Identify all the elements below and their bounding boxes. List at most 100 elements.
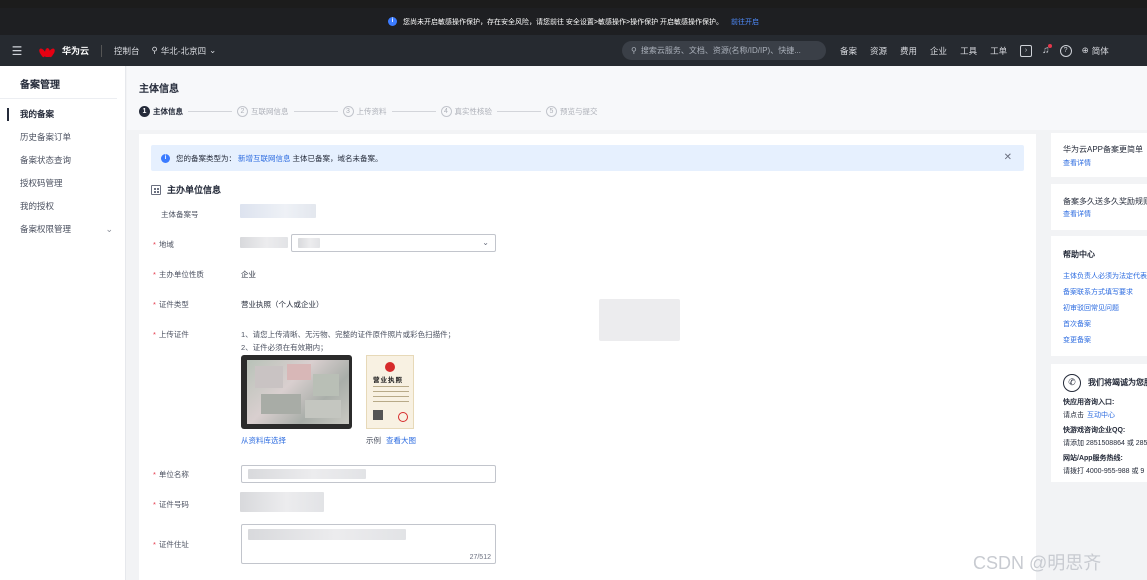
- sidebar-item-label: 备案权限管理: [20, 224, 72, 234]
- interaction-center-link[interactable]: 互动中心: [1087, 410, 1115, 420]
- view-large-link[interactable]: 查看大图: [386, 435, 416, 446]
- unit-name-value-redacted: [248, 469, 366, 479]
- console-link[interactable]: 控制台: [114, 45, 140, 57]
- help-link-first-record[interactable]: 首次备案: [1063, 319, 1091, 329]
- cert-type-value: 营业执照（个人或企业）: [241, 300, 324, 309]
- nav-item-resources[interactable]: 资源: [870, 45, 887, 57]
- cert-no-label: * 证件号码: [153, 500, 189, 509]
- sidebar-item-my-records[interactable]: 我的备案: [0, 103, 125, 126]
- unit-nature-value: 企业: [241, 270, 256, 279]
- subject-info-form: i 您的备案类型为： 新增互联网信息 主体已备案，域名未备案。 ✕ 主办单位信息…: [139, 134, 1036, 580]
- sidebar-item-permissions[interactable]: 备案权限管理 ⌄: [0, 218, 125, 241]
- nav-item-tools[interactable]: 工具: [960, 45, 977, 57]
- left-sidebar: 备案管理 我的备案 历史备案订单 备案状态查询 授权码管理 我的授权 备案权限管…: [0, 66, 126, 580]
- nav-item-enterprise[interactable]: 企业: [930, 45, 947, 57]
- info-icon: i: [161, 153, 170, 163]
- help-icon[interactable]: ?: [1059, 44, 1072, 57]
- cloud-shell-icon[interactable]: ›: [1020, 44, 1033, 57]
- chevron-down-icon: ⌄: [209, 45, 217, 55]
- step-5: 5 预览与提交: [546, 106, 598, 117]
- location-pin-icon: ⚲: [151, 45, 158, 55]
- enable-protection-link[interactable]: 前往开启: [731, 17, 759, 27]
- nav-item-tickets[interactable]: 工单: [990, 45, 1007, 57]
- upload-hint-1: 1、请您上传清晰、无污物、完整的证件原件照片或彩色扫描件；: [241, 330, 456, 339]
- alert-suffix: 主体已备案，域名未备案。: [292, 153, 383, 163]
- reward-rules-details-link[interactable]: 查看详情: [1063, 209, 1091, 219]
- notification-bell-icon[interactable]: ♫: [1042, 44, 1052, 56]
- record-type-link[interactable]: 新增互联网信息: [238, 153, 291, 164]
- step-2: 2 互联网信息: [237, 106, 289, 117]
- char-counter: 27/512: [469, 554, 491, 561]
- console-header: ☰ 华为云 控制台 ⚲ 华北-北京四 ⌄ ⚲ 搜索云服务、文档、资源(名称/ID…: [0, 35, 1147, 66]
- cert-address-value-redacted: [248, 529, 406, 540]
- help-center-title: 帮助中心: [1063, 250, 1095, 259]
- language-label: 简体: [1091, 45, 1109, 56]
- app-promo-card[interactable]: 华为云APP备案更简单 查看详情: [1051, 133, 1147, 177]
- choose-from-library-link[interactable]: 从资料库选择: [241, 435, 286, 446]
- cert-no-value-redacted: [240, 492, 324, 512]
- brand-name: 华为云: [62, 46, 90, 56]
- section-title: 主办单位信息: [151, 183, 221, 196]
- emblem-icon: [385, 362, 395, 372]
- contact-title: 我们将竭诚为您服务: [1088, 378, 1147, 387]
- language-selector[interactable]: ⊕ 简体: [1082, 45, 1109, 57]
- sidebar-item-status-query[interactable]: 备案状态查询: [0, 149, 125, 172]
- region-label: * 地域: [153, 240, 174, 249]
- sidebar-item-history-orders[interactable]: 历史备案订单: [0, 126, 125, 149]
- reward-rules-title: 备案多久送多久奖励规则: [1063, 197, 1147, 206]
- sample-text-lines: [373, 386, 409, 387]
- help-center-card: 帮助中心 主体负责人必须为法定代表人 备案联系方式填写要求 初审驳回常见问题 首…: [1051, 236, 1147, 356]
- sample-label: 示例: [366, 436, 381, 445]
- csdn-watermark: CSDN @明思齐: [973, 553, 1102, 573]
- cert-type-label: * 证件类型: [153, 300, 189, 309]
- sample-license-image[interactable]: 营业执照: [366, 355, 414, 429]
- sample-license-title: 营业执照: [373, 377, 403, 384]
- sidebar-item-auth-code[interactable]: 授权码管理: [0, 172, 125, 195]
- help-link-contact-requirements[interactable]: 备案联系方式填写要求: [1063, 287, 1133, 297]
- phone-icon: ✆: [1063, 374, 1081, 392]
- uploaded-license-image[interactable]: [241, 355, 352, 429]
- close-icon[interactable]: ✕: [1004, 152, 1012, 163]
- nav-item-billing[interactable]: 费用: [900, 45, 917, 57]
- chevron-down-icon: ⌄: [105, 224, 113, 234]
- qr-code-icon: [373, 410, 383, 420]
- record-no-value-redacted: [240, 204, 316, 218]
- huawei-cloud-logo[interactable]: 华为云: [37, 44, 90, 58]
- step-1: 1 主体信息: [139, 106, 183, 117]
- page-header: 主体信息 1 主体信息 2 互联网信息 3 上传资料 4 真实性核验 5 预览与提交: [127, 66, 1147, 130]
- record-type-alert: i 您的备案类型为： 新增互联网信息 主体已备案，域名未备案。 ✕: [151, 145, 1024, 171]
- unit-nature-label: * 主办单位性质: [153, 270, 204, 279]
- upload-hint-2: 2、证件必须在有效期内；: [241, 343, 328, 352]
- hotline-text: 请拨打 4000-955-988 或 9: [1063, 468, 1145, 475]
- chevron-down-icon: ⌄: [482, 238, 489, 247]
- floating-placeholder: [599, 299, 680, 341]
- cert-address-label: * 证件住址: [153, 540, 189, 549]
- unit-name-input[interactable]: [241, 465, 496, 483]
- region-selector[interactable]: ⚲ 华北-北京四 ⌄: [152, 45, 217, 57]
- unit-name-label: * 单位名称: [153, 470, 189, 479]
- sidebar-item-my-auth[interactable]: 我的授权: [0, 195, 125, 218]
- security-notice-bar: i 您尚未开启敏感操作保护，存在安全风险，请您前往 安全设置>敏感操作>操作保护…: [0, 0, 1147, 35]
- help-link-rejection-faq[interactable]: 初审驳回常见问题: [1063, 303, 1119, 313]
- qq-text: 请添加 2851508864 或 2851: [1063, 440, 1147, 447]
- app-promo-title: 华为云APP备案更简单: [1063, 145, 1144, 154]
- city-value-redacted: [298, 238, 320, 248]
- reward-rules-card[interactable]: 备案多久送多久奖励规则 查看详情: [1051, 184, 1147, 230]
- help-link-change-record[interactable]: 变更备案: [1063, 335, 1091, 345]
- hotline-label: 网站/App服务热线:: [1063, 455, 1123, 462]
- app-promo-details-link[interactable]: 查看详情: [1063, 158, 1091, 168]
- license-photo-redacted: [247, 360, 349, 424]
- cert-address-textarea[interactable]: 27/512: [241, 524, 496, 564]
- city-select[interactable]: ⌄: [291, 234, 496, 252]
- province-value-redacted: [240, 237, 288, 248]
- global-search-input[interactable]: ⚲ 搜索云服务、文档、资源(名称/ID/IP)、快捷...: [622, 41, 826, 60]
- region-label: 华北-北京四: [160, 45, 207, 56]
- hamburger-menu-icon[interactable]: ☰: [0, 44, 34, 58]
- seal-icon: [398, 412, 408, 422]
- step-3: 3 上传资料: [342, 106, 387, 117]
- help-link-legal-rep[interactable]: 主体负责人必须为法定代表人: [1063, 271, 1147, 281]
- nav-item-record[interactable]: 备案: [840, 45, 857, 57]
- globe-icon: ⊕: [1081, 45, 1089, 55]
- app-entry-prefix: 请点击: [1063, 412, 1084, 419]
- huawei-logo-icon: [37, 44, 57, 58]
